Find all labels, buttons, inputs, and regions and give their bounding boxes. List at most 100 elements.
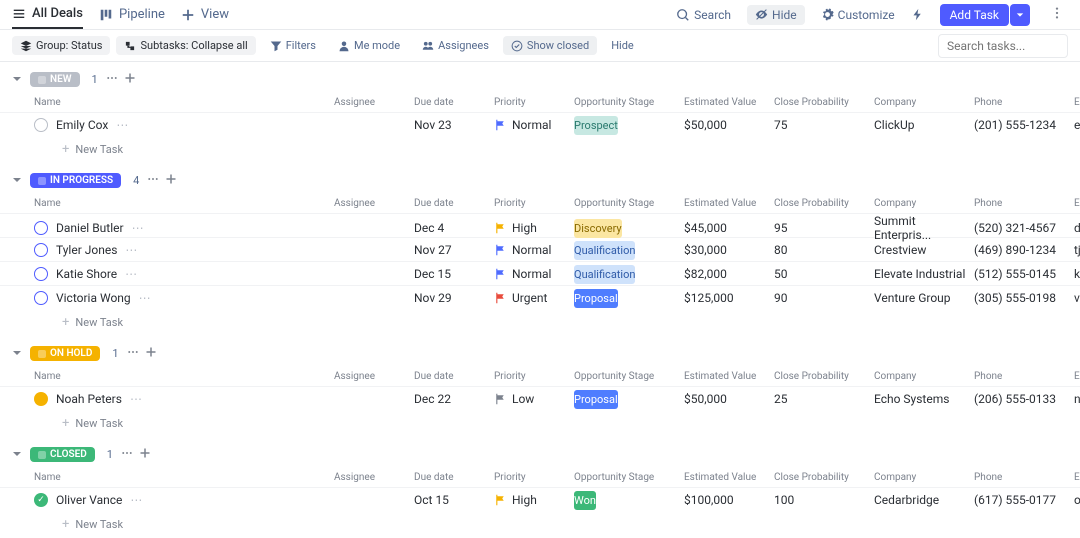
priority-flag-icon[interactable]	[494, 393, 506, 405]
status-circle-icon[interactable]	[34, 267, 48, 281]
group-more-button[interactable]	[121, 447, 133, 462]
task-name[interactable]: Noah Peters	[56, 392, 122, 406]
task-row[interactable]: Katie Shore ⋯ Dec 15 Normal Qualificatio…	[0, 261, 1080, 285]
col-header-name[interactable]: Name	[34, 97, 334, 108]
status-circle-icon[interactable]	[34, 221, 48, 235]
company[interactable]: Crestview	[874, 243, 974, 257]
email[interactable]: vwong@	[1074, 291, 1080, 305]
stage-pill[interactable]: Discovery	[574, 219, 622, 238]
status-circle-icon[interactable]	[34, 392, 48, 406]
col-header-priority[interactable]: Priority	[494, 472, 574, 483]
col-header-company[interactable]: Company	[874, 472, 974, 483]
close-probability[interactable]: 95	[774, 221, 874, 235]
phone[interactable]: (305) 555-0198	[974, 291, 1074, 305]
customize-button[interactable]: Customize	[821, 8, 895, 22]
company[interactable]: Summit Enterpris...	[874, 214, 974, 242]
group-status-chip[interactable]: ON HOLD	[30, 346, 100, 361]
estimated-value[interactable]: $30,000	[684, 243, 774, 257]
estimated-value[interactable]: $50,000	[684, 392, 774, 406]
task-name[interactable]: Emily Cox	[56, 118, 108, 132]
tab-all-deals[interactable]: All Deals	[12, 0, 83, 29]
col-header-email[interactable]: Email	[1074, 472, 1080, 483]
new-task-button[interactable]: +New Task	[0, 511, 1080, 538]
status-circle-icon[interactable]	[34, 118, 48, 132]
subtasks-pill[interactable]: Subtasks: Collapse all	[116, 36, 255, 55]
col-header-company[interactable]: Company	[874, 198, 974, 209]
col-header-est-value[interactable]: Estimated Value	[684, 198, 774, 209]
add-task-button[interactable]: Add Task	[940, 4, 1009, 26]
col-header-due-date[interactable]: Due date	[414, 371, 494, 382]
email[interactable]: ovance@	[1074, 493, 1080, 507]
group-add-task-button[interactable]	[145, 346, 157, 361]
tab-pipeline[interactable]: Pipeline	[99, 0, 165, 29]
close-probability[interactable]: 75	[774, 118, 874, 132]
stage-pill[interactable]: Proposal	[574, 289, 618, 308]
email[interactable]: npeters@	[1074, 392, 1080, 406]
add-task-dropdown[interactable]	[1010, 4, 1030, 26]
col-header-assignee[interactable]: Assignee	[334, 472, 414, 483]
col-header-company[interactable]: Company	[874, 97, 974, 108]
priority-flag-icon[interactable]	[494, 119, 506, 131]
stage-pill[interactable]: Qualification	[574, 241, 635, 260]
task-name[interactable]: Victoria Wong	[56, 291, 131, 305]
task-row[interactable]: Emily Cox ⋯ Nov 23 Normal Prospect $50,0…	[0, 112, 1080, 136]
status-circle-icon[interactable]: ✓	[34, 493, 48, 507]
due-date[interactable]: Nov 29	[414, 291, 494, 305]
task-more-icon[interactable]: ⋯	[139, 291, 151, 305]
col-header-name[interactable]: Name	[34, 198, 334, 209]
group-add-task-button[interactable]	[124, 72, 136, 87]
group-pill[interactable]: Group: Status	[12, 36, 110, 55]
task-more-icon[interactable]: ⋯	[125, 267, 137, 281]
task-more-icon[interactable]: ⋯	[116, 118, 128, 132]
task-more-icon[interactable]: ⋯	[130, 493, 142, 507]
col-header-priority[interactable]: Priority	[494, 198, 574, 209]
col-header-phone[interactable]: Phone	[974, 198, 1074, 209]
task-name[interactable]: Katie Shore	[56, 267, 117, 281]
due-date[interactable]: Dec 4	[414, 221, 494, 235]
show-closed-button[interactable]: Show closed	[503, 36, 597, 55]
add-view-button[interactable]: View	[181, 0, 229, 29]
group-status-chip[interactable]: IN PROGRESS	[30, 173, 121, 188]
assignees-button[interactable]: Assignees	[414, 36, 497, 55]
col-header-due-date[interactable]: Due date	[414, 198, 494, 209]
col-header-stage[interactable]: Opportunity Stage	[574, 198, 684, 209]
col-header-email[interactable]: Email	[1074, 198, 1080, 209]
col-header-email[interactable]: Email	[1074, 97, 1080, 108]
status-circle-icon[interactable]	[34, 291, 48, 305]
col-header-due-date[interactable]: Due date	[414, 97, 494, 108]
priority-flag-icon[interactable]	[494, 292, 506, 304]
estimated-value[interactable]: $50,000	[684, 118, 774, 132]
col-header-phone[interactable]: Phone	[974, 472, 1074, 483]
priority-flag-icon[interactable]	[494, 268, 506, 280]
task-more-icon[interactable]: ⋯	[125, 243, 137, 257]
status-circle-icon[interactable]	[34, 243, 48, 257]
col-header-close-prob[interactable]: Close Probability	[774, 472, 874, 483]
due-date[interactable]: Dec 15	[414, 267, 494, 281]
phone[interactable]: (469) 890-1234	[974, 243, 1074, 257]
col-header-assignee[interactable]: Assignee	[334, 371, 414, 382]
stage-pill[interactable]: Qualification	[574, 265, 635, 284]
email[interactable]: kshore@	[1074, 267, 1080, 281]
task-name[interactable]: Daniel Butler	[56, 221, 124, 235]
estimated-value[interactable]: $45,000	[684, 221, 774, 235]
email[interactable]: dbutler@	[1074, 221, 1080, 235]
company[interactable]: ClickUp	[874, 118, 974, 132]
col-header-company[interactable]: Company	[874, 371, 974, 382]
close-probability[interactable]: 25	[774, 392, 874, 406]
stage-pill[interactable]: Won	[574, 491, 596, 510]
new-task-button[interactable]: +New Task	[0, 136, 1080, 163]
priority-flag-icon[interactable]	[494, 222, 506, 234]
group-collapse-toggle[interactable]	[12, 448, 22, 462]
phone[interactable]: (201) 555-1234	[974, 118, 1074, 132]
group-add-task-button[interactable]	[165, 173, 177, 188]
due-date[interactable]: Nov 23	[414, 118, 494, 132]
estimated-value[interactable]: $125,000	[684, 291, 774, 305]
col-header-stage[interactable]: Opportunity Stage	[574, 97, 684, 108]
col-header-assignee[interactable]: Assignee	[334, 198, 414, 209]
company[interactable]: Cedarbridge	[874, 493, 974, 507]
group-collapse-toggle[interactable]	[12, 174, 22, 188]
group-collapse-toggle[interactable]	[12, 347, 22, 361]
col-header-stage[interactable]: Opportunity Stage	[574, 472, 684, 483]
col-header-close-prob[interactable]: Close Probability	[774, 97, 874, 108]
estimated-value[interactable]: $100,000	[684, 493, 774, 507]
